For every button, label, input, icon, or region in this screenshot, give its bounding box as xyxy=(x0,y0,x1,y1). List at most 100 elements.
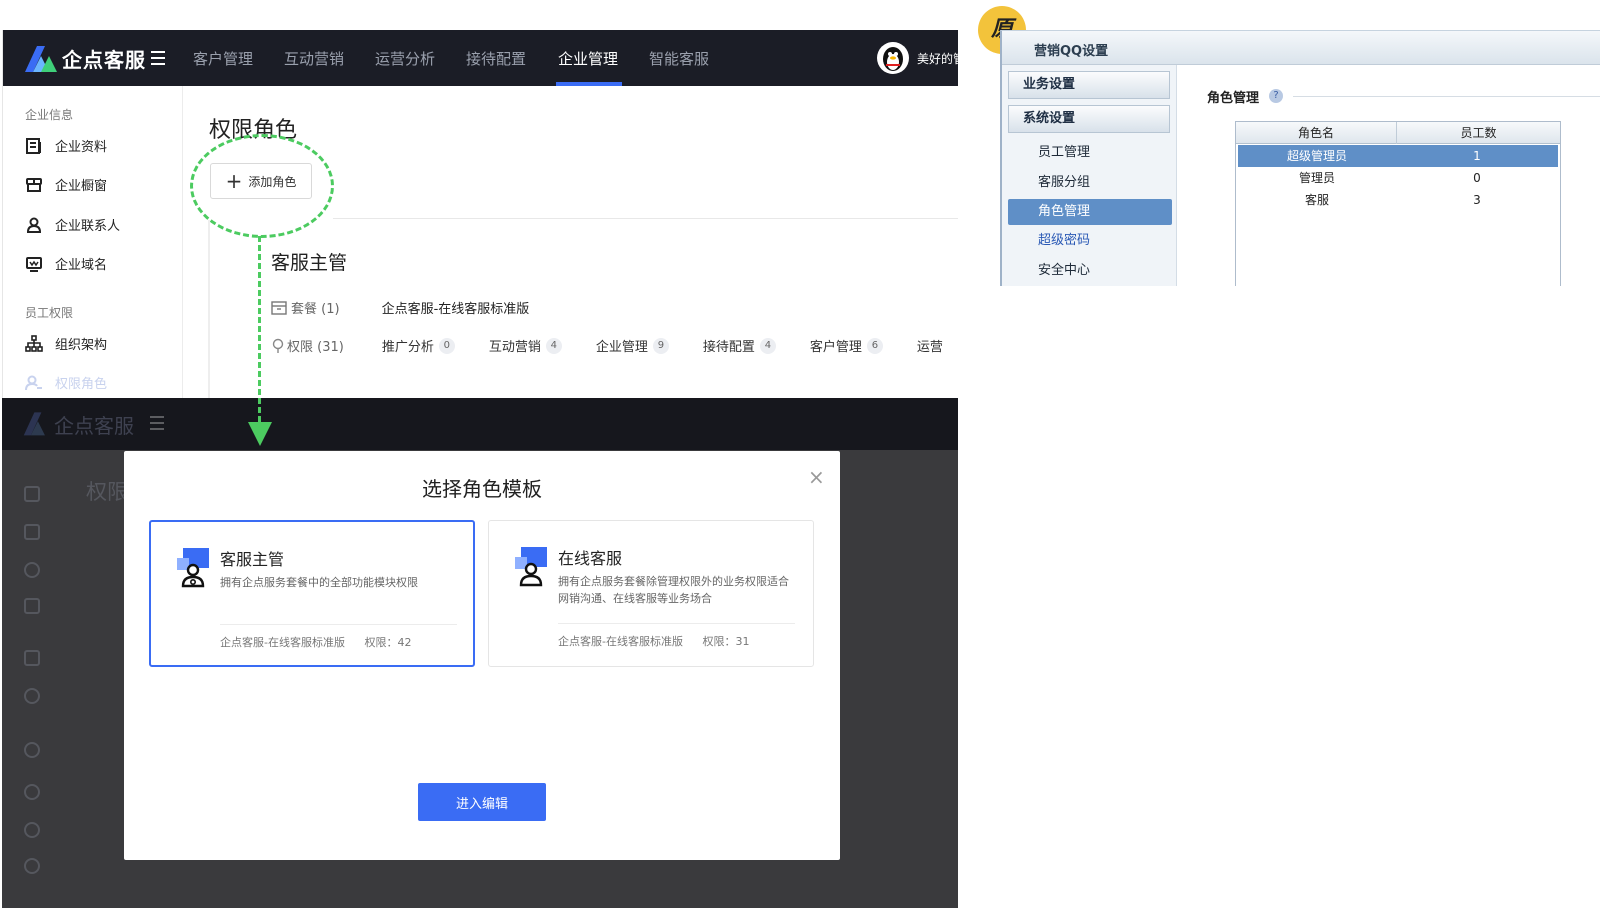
annotation-arrow-line xyxy=(258,236,261,422)
dimmed-icon xyxy=(24,742,40,758)
dimmed-role-icon xyxy=(24,688,40,704)
role-template-modal: 选择角色模板 × 客服主管 拥有企点服务套餐中的全部功能模块权限 企点客服-在线… xyxy=(124,451,840,860)
template-name: 在线客服 xyxy=(558,549,623,568)
sidebar-item-label: 组织架构 xyxy=(55,338,108,353)
permission-chip[interactable]: 企业管理 9 xyxy=(596,336,669,355)
sidebar-item-profile[interactable]: 企业资料 xyxy=(25,136,107,155)
package-row: 套餐 (1) 企点客服-在线客服标准版 xyxy=(271,298,529,317)
help-icon[interactable]: ? xyxy=(1269,89,1283,103)
template-name: 客服主管 xyxy=(220,550,285,569)
contact-icon xyxy=(26,217,42,233)
divider xyxy=(1293,96,1600,97)
sidebar-item-label: 企业资料 xyxy=(55,140,108,155)
user-name[interactable]: 美好的管理员账号 xyxy=(917,50,958,67)
divider xyxy=(558,623,795,624)
enterprise-app: 企点客服 客户管理 互动营销 运营分析 接待配置 企业管理 智能客服 美好的管理… xyxy=(2,30,958,398)
table-row[interactable]: 客服 3 xyxy=(1238,189,1558,211)
sidebar-item-domain[interactable]: 企业域名 xyxy=(25,254,107,273)
package-icon xyxy=(271,300,287,315)
sidebar-item-org[interactable]: 组织架构 xyxy=(25,334,107,353)
count-cell: 1 xyxy=(1473,149,1481,163)
table-row[interactable]: 超级管理员 1 xyxy=(1238,145,1558,167)
permission-count: 6 xyxy=(866,337,883,354)
role-template-icon xyxy=(515,547,547,587)
template-description: 拥有企点服务套餐除管理权限外的业务权限适合网销沟通、在线客服等业务场合 xyxy=(558,575,789,605)
nav-item-reception[interactable]: 接待配置 xyxy=(466,48,526,69)
permission-chip[interactable]: 客户管理 6 xyxy=(810,336,883,355)
org-chart-icon xyxy=(25,334,43,352)
legacy-role-table: 角色名 员工数 超级管理员 1 管理员 0 客服 3 xyxy=(1235,121,1561,286)
close-icon[interactable]: × xyxy=(808,465,825,489)
permission-name: 客户管理 xyxy=(809,340,862,355)
active-tab-indicator xyxy=(556,82,622,86)
bulb-icon xyxy=(272,338,284,353)
role-panel-border xyxy=(208,220,210,398)
template-card-supervisor[interactable]: 客服主管 拥有企点服务套餐中的全部功能模块权限 企点客服-在线客服标准版 权限：… xyxy=(149,520,475,667)
legacy-item-super-password[interactable]: 超级密码 xyxy=(1008,228,1172,254)
role-template-icon xyxy=(177,548,209,588)
nav-item-marketing[interactable]: 互动营销 xyxy=(284,48,344,69)
permission-count: 9 xyxy=(652,337,669,354)
dimmed-icon xyxy=(24,858,40,874)
annotation-arrow-head-icon xyxy=(248,422,272,446)
legacy-item-security[interactable]: 安全中心 xyxy=(1008,258,1172,284)
legacy-item-groups[interactable]: 客服分组 xyxy=(1008,170,1172,196)
permission-chip[interactable]: 运营 xyxy=(917,336,943,355)
legacy-group-business[interactable]: 业务设置 xyxy=(1008,71,1170,99)
role-icon xyxy=(25,375,42,390)
nav-item-ai-service[interactable]: 智能客服 xyxy=(649,48,709,69)
hamburger-menu-icon[interactable] xyxy=(151,47,169,67)
legacy-item-roles[interactable]: 角色管理 xyxy=(1008,199,1172,225)
logo-icon xyxy=(25,46,57,72)
role-cell: 超级管理员 xyxy=(1286,149,1347,163)
dimmed-navbar: 企点客服 xyxy=(2,398,958,450)
legacy-title-bar: 营销QQ设置 xyxy=(1002,31,1600,65)
sidebar-item-contacts[interactable]: 企业联系人 xyxy=(25,215,120,234)
add-role-button[interactable]: + 添加角色 xyxy=(210,163,312,199)
user-avatar[interactable] xyxy=(877,42,909,74)
enter-edit-button[interactable]: 进入编辑 xyxy=(418,783,546,821)
legacy-group-system[interactable]: 系统设置 xyxy=(1008,105,1170,133)
dimmed-brand-name: 企点客服 xyxy=(54,414,134,438)
permission-chip[interactable]: 接待配置 4 xyxy=(703,336,776,355)
permission-chip[interactable]: 互动营销 4 xyxy=(489,336,562,355)
count-cell: 0 xyxy=(1473,171,1481,185)
template-card-online-agent[interactable]: 在线客服 拥有企点服务套餐除管理权限外的业务权限适合网销沟通、在线客服等业务场合… xyxy=(488,520,814,667)
nav-item-customer[interactable]: 客户管理 xyxy=(193,48,253,69)
sidebar: 企业信息 企业资料 企业橱窗 企业联系人 企业域名 员工权限 组织架构 权限角色 xyxy=(3,86,183,398)
template-permission-count: 权限：42 xyxy=(364,636,412,649)
legacy-item-staff[interactable]: 员工管理 xyxy=(1008,140,1172,166)
domain-icon xyxy=(26,256,42,272)
legacy-window-title: 营销QQ设置 xyxy=(1034,44,1109,59)
dimmed-icon xyxy=(24,784,40,800)
sidebar-item-showcase[interactable]: 企业橱窗 xyxy=(25,175,107,194)
template-footer: 企点客服-在线客服标准版 权限：31 xyxy=(558,633,749,649)
sidebar-item-label: 企业橱窗 xyxy=(55,179,108,194)
permission-count: 0 xyxy=(438,337,455,354)
permission-count: 4 xyxy=(545,337,562,354)
document-icon xyxy=(26,137,41,154)
nav-item-enterprise[interactable]: 企业管理 xyxy=(558,48,618,69)
package-value: 企点客服-在线客服标准版 xyxy=(381,302,530,317)
template-description: 拥有企点服务套餐中的全部功能模块权限 xyxy=(220,576,418,589)
modal-title: 选择角色模板 xyxy=(422,477,542,501)
sidebar-item-label: 企业域名 xyxy=(55,258,108,273)
permission-chip[interactable]: 推广分析 0 xyxy=(382,336,455,355)
penguin-icon xyxy=(883,47,903,71)
dimmed-org-icon xyxy=(24,650,40,666)
nav-item-analytics[interactable]: 运营分析 xyxy=(375,48,435,69)
shop-icon xyxy=(26,177,42,192)
column-header-count[interactable]: 员工数 xyxy=(1396,122,1560,144)
role-name: 客服主管 xyxy=(271,252,348,274)
brand-name: 企点客服 xyxy=(62,48,146,72)
sidebar-item-roles[interactable]: 权限角色 xyxy=(25,373,107,392)
permissions-row: 权限 (31) 推广分析 0 互动营销 4 企业管理 9 接待配置 4 客户管理 6 运营 xyxy=(271,336,958,355)
permission-count: 4 xyxy=(759,337,776,354)
dimmed-contact-icon xyxy=(24,562,40,578)
plus-icon: + xyxy=(225,169,243,193)
legacy-sidebar: 业务设置 系统设置 员工管理 客服分组 角色管理 超级密码 安全中心 xyxy=(1006,69,1174,286)
role-cell: 客服 xyxy=(1304,193,1329,207)
table-row[interactable]: 管理员 0 xyxy=(1238,167,1558,189)
column-header-role[interactable]: 角色名 xyxy=(1236,122,1396,144)
table-header: 角色名 员工数 xyxy=(1236,122,1560,144)
